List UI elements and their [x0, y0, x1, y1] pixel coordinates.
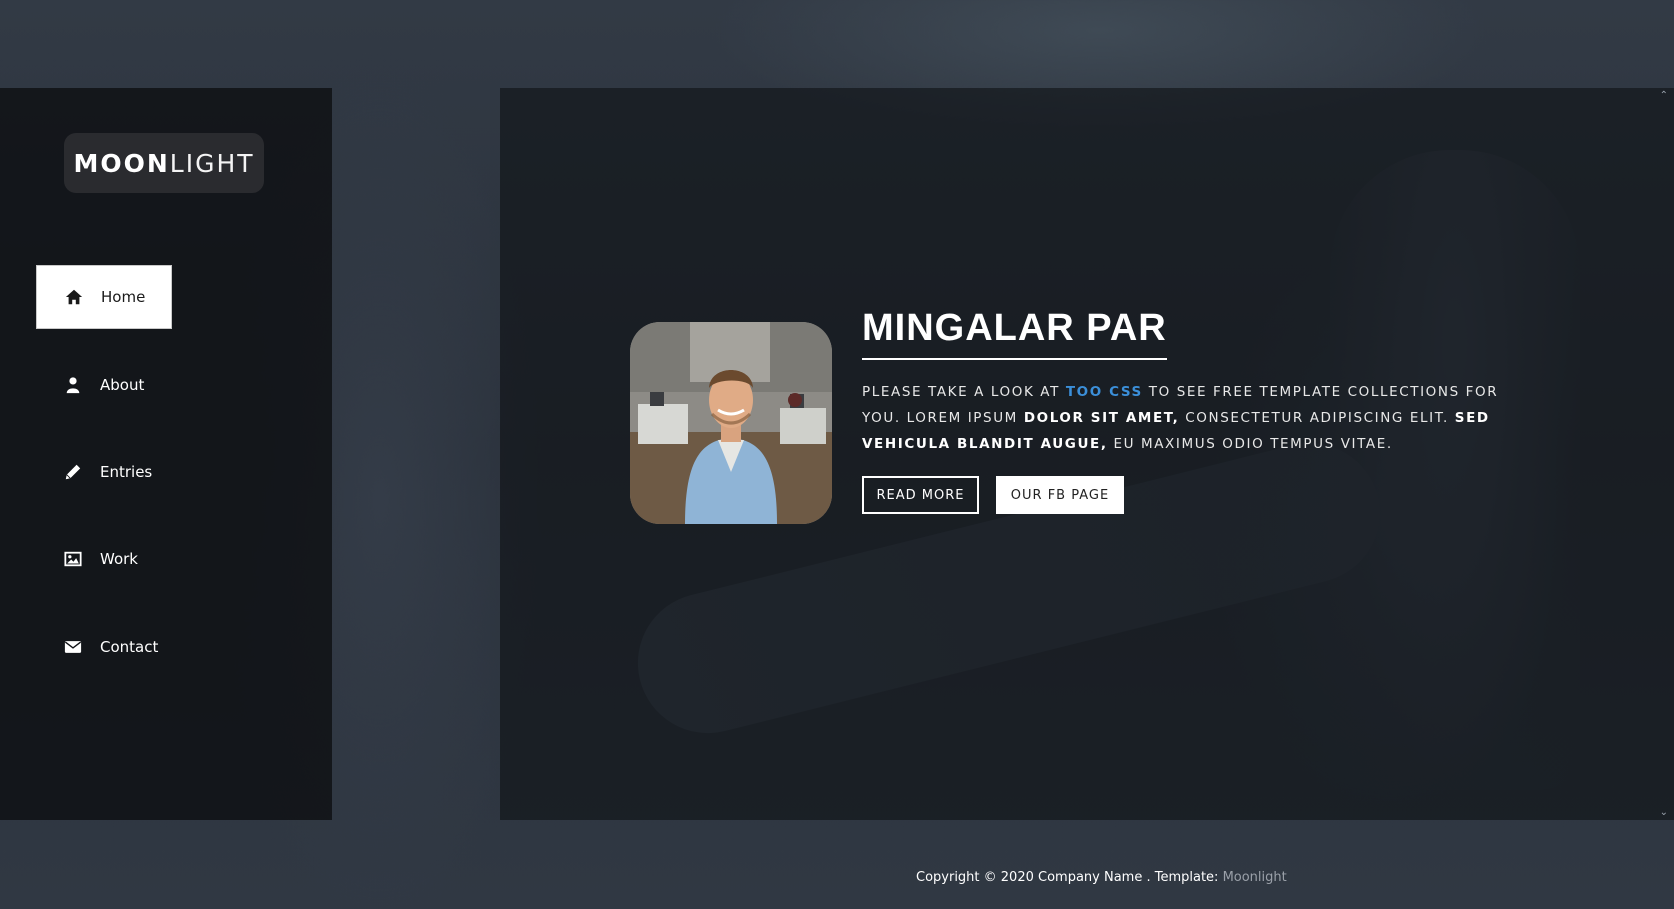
nav-item-label: Contact — [100, 638, 159, 656]
nav-item-work[interactable]: Work — [36, 527, 172, 591]
scroll-down-icon[interactable]: ⌄ — [1660, 807, 1668, 818]
home-icon — [65, 288, 83, 306]
intro-bold-text: DOLOR SIT AMET, — [1023, 410, 1180, 426]
too-css-link[interactable]: TOO CSS — [1066, 384, 1143, 400]
user-icon — [64, 376, 82, 394]
template-link[interactable]: Moonlight — [1223, 870, 1287, 885]
page-title: MINGALAR PAR — [862, 306, 1167, 360]
intro-text-part: EU MAXIMUS ODIO TEMPUS VITAE. — [1107, 436, 1393, 452]
scroll-up-icon[interactable]: ⌃ — [1660, 90, 1668, 101]
profile-photo — [630, 322, 832, 524]
logo-bold-text: MOON — [73, 148, 170, 178]
pencil-icon — [64, 463, 82, 481]
nav-item-contact[interactable]: Contact — [36, 615, 172, 679]
intro-text-part: PLEASE TAKE A LOOK AT — [862, 384, 1066, 400]
main-panel: ⌃ ⌄ MINGALAR PAR PLEASE TAKE A LOOK AT T… — [500, 88, 1674, 820]
site-logo[interactable]: MOON LIGHT — [64, 133, 264, 193]
nav-item-label: Work — [100, 550, 138, 568]
copyright-text: Copyright © 2020 Company Name . Template… — [916, 870, 1223, 885]
nav-item-about[interactable]: About — [36, 353, 172, 417]
fb-page-button[interactable]: OUR FB PAGE — [996, 476, 1124, 514]
sidebar: MOON LIGHT Home About Entries Work Conta… — [0, 88, 332, 820]
intro-text-part: CONSECTETUR ADIPISCING ELIT. — [1179, 410, 1455, 426]
envelope-icon — [64, 638, 82, 656]
image-icon — [64, 550, 82, 568]
intro-text: PLEASE TAKE A LOOK AT TOO CSS TO SEE FRE… — [862, 379, 1522, 457]
nav-item-label: About — [100, 376, 145, 394]
logo-light-text: LIGHT — [169, 148, 255, 178]
nav-item-entries[interactable]: Entries — [36, 440, 172, 504]
read-more-button[interactable]: READ MORE — [862, 476, 979, 514]
nav-item-label: Home — [101, 288, 146, 306]
nav-item-home[interactable]: Home — [36, 265, 172, 329]
nav-item-label: Entries — [100, 463, 153, 481]
